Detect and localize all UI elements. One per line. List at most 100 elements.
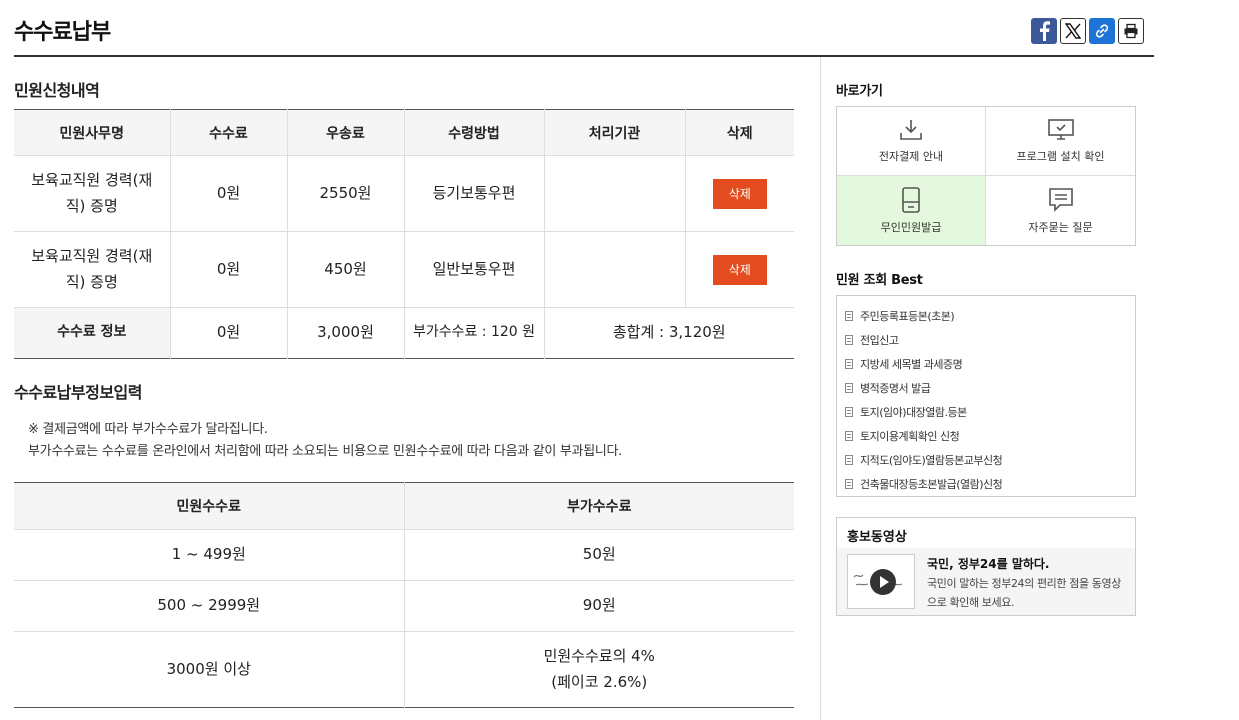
extra-fee: 90원: [404, 580, 794, 632]
agency-cell: [544, 231, 686, 308]
kiosk-icon: [902, 186, 920, 213]
extra-fee: 민원수수료의 4% (페이코 2.6%): [404, 632, 794, 708]
quick-link-faq[interactable]: 자주묻는 질문: [986, 176, 1135, 245]
list-item[interactable]: 지방세 세목별 과세증명: [845, 352, 1127, 376]
quick-link-program-check[interactable]: 프로그램 설치 확인: [986, 107, 1135, 176]
notice-line: ※ 결제금액에 따라 부가수수료가 달라집니다.: [28, 422, 268, 437]
list-item-label: 토지(임야)대장열람.등본: [860, 406, 967, 419]
summary-label: 수수료 정보: [14, 307, 171, 359]
list-item-label: 병적증명서 발급: [860, 382, 931, 395]
monitor-icon: [1047, 119, 1074, 140]
agency-cell: [544, 155, 686, 232]
list-item-label: 토지이용계획확인 신청: [860, 430, 960, 443]
list-item-label: 건축물대장등초본발급(열람)신청: [860, 478, 1003, 491]
apply-section-title: 민원신청내역: [14, 81, 100, 100]
extra-fee-table: 민원수수료 부가수수료 1 ~ 499원 50원 500 ~ 2999원 90원…: [14, 482, 794, 708]
service-name: 보육교직원 경력(재직) 증명: [14, 155, 171, 232]
print-icon[interactable]: [1118, 18, 1144, 44]
chat-icon: [1048, 187, 1073, 212]
list-item[interactable]: 병적증명서 발급: [845, 376, 1127, 400]
promo-video: 홍보동영상 국민, 정부24를 말하다. 국민이 말하는 정부24의 편리한 점…: [836, 517, 1136, 616]
summary-row: 수수료 정보 0원 3,000원 부가수수료 : 120 원 총합계 : 3,1…: [14, 307, 794, 359]
video-card[interactable]: 국민, 정부24를 말하다. 국민이 말하는 정부24의 편리한 점을 동영상으…: [837, 548, 1135, 615]
method-cell: 일반보통우편: [404, 231, 545, 308]
delete-button[interactable]: 삭제: [712, 254, 767, 285]
page-title: 수수료납부: [14, 20, 111, 45]
postage-cell: 2550원: [287, 155, 405, 232]
extra-fee-line: 민원수수료의 4%: [543, 647, 655, 665]
list-item[interactable]: 주민등록표등본(초본): [845, 304, 1127, 328]
table-row: 500 ~ 2999원 90원: [14, 580, 794, 632]
quick-links-title: 바로가기: [836, 84, 883, 99]
fee-table-header: 민원수수료 부가수수료: [14, 482, 794, 530]
summary-extra-fee: 부가수수료 : 120 원: [404, 307, 545, 359]
quick-link-label: 자주묻는 질문: [1028, 220, 1093, 234]
facebook-icon[interactable]: [1031, 18, 1057, 44]
document-icon: [845, 311, 853, 321]
video-headline: 국민, 정부24를 말하다.: [927, 557, 1050, 571]
page-header: 수수료납부: [14, 0, 1154, 57]
document-icon: [845, 359, 853, 369]
apply-table-header: 민원사무명 수수료 우송료 수령방법 처리기관 삭제: [14, 109, 794, 156]
list-item-label: 지방세 세목별 과세증명: [860, 358, 963, 371]
col-header-method: 수령방법: [404, 109, 545, 156]
col-header-civil-fee: 민원수수료: [14, 482, 405, 530]
col-header-fee: 수수료: [170, 109, 288, 156]
table-row: 보육교직원 경력(재직) 증명 0원 450원 일반보통우편 삭제: [14, 231, 794, 308]
col-header-agency: 처리기관: [544, 109, 686, 156]
method-cell: 등기보통우편: [404, 155, 545, 232]
summary-postage: 3,000원: [287, 307, 405, 359]
quick-link-epayment[interactable]: 전자결제 안내: [837, 107, 986, 176]
col-header-extra-fee: 부가수수료: [404, 482, 794, 530]
share-toolbar: [1031, 18, 1144, 44]
list-item[interactable]: 전입신고: [845, 328, 1127, 352]
fee-range: 500 ~ 2999원: [14, 580, 405, 632]
quick-link-label: 전자결제 안내: [878, 150, 944, 163]
col-header-delete: 삭제: [685, 109, 794, 156]
table-row: 3000원 이상 민원수수료의 4% (페이코 2.6%): [14, 631, 794, 708]
summary-total: 총합계 : 3,120원: [612, 323, 726, 342]
delete-cell: 삭제: [685, 155, 794, 232]
fee-range: 3000원 이상: [14, 631, 405, 708]
col-header-postage: 우송료: [287, 109, 405, 156]
document-icon: [845, 455, 853, 465]
best-list: 주민등록표등본(초본) 전입신고 지방세 세목별 과세증명 병적증명서 발급 토…: [836, 295, 1136, 497]
fee-notice: ※ 결제금액에 따라 부가수수료가 달라집니다. 부가수수료는 수수료를 온라인…: [28, 419, 622, 463]
sidebar-divider: [820, 57, 821, 720]
list-item[interactable]: 지적도(임야도)열람등본교부신청: [845, 448, 1127, 472]
extra-fee-line: (페이코 2.6%): [551, 672, 648, 691]
document-icon: [845, 335, 853, 345]
video-description: 국민이 말하는 정부24의 편리한 점을 동영상으로 확인해 보세요.: [927, 577, 1121, 609]
delete-cell: 삭제: [685, 231, 794, 308]
best-title: 민원 조회 Best: [836, 273, 923, 288]
delete-button[interactable]: 삭제: [712, 178, 767, 209]
fee-range: 1 ~ 499원: [14, 529, 405, 581]
col-header-name: 민원사무명: [14, 109, 171, 156]
x-icon[interactable]: [1060, 18, 1086, 44]
fee-cell: 0원: [170, 155, 288, 232]
link-icon[interactable]: [1089, 18, 1115, 44]
quick-link-kiosk[interactable]: 무인민원발급: [837, 176, 986, 245]
apply-table: 민원사무명 수수료 우송료 수령방법 처리기관 삭제 보육교직원 경력(재직) …: [14, 109, 794, 359]
list-item[interactable]: 건축물대장등초본발급(열람)신청: [845, 472, 1127, 496]
play-icon[interactable]: [870, 569, 896, 595]
list-item-label: 지적도(임야도)열람등본교부신청: [860, 454, 1003, 467]
service-name: 보육교직원 경력(재직) 증명: [14, 231, 171, 308]
postage-cell: 450원: [287, 231, 405, 308]
list-item-label: 전입신고: [860, 334, 899, 347]
table-row: 보육교직원 경력(재직) 증명 0원 2550원 등기보통우편 삭제: [14, 155, 794, 232]
table-row: 1 ~ 499원 50원: [14, 529, 794, 581]
list-item[interactable]: 토지(임야)대장열람.등본: [845, 400, 1127, 424]
download-icon: [900, 120, 922, 140]
list-item-label: 주민등록표등본(초본): [860, 310, 955, 323]
document-icon: [845, 407, 853, 417]
video-thumbnail[interactable]: [847, 554, 915, 609]
fee-cell: 0원: [170, 231, 288, 308]
list-item[interactable]: 토지이용계획확인 신청: [845, 424, 1127, 448]
notice-line: 부가수수료는 수수료를 온라인에서 처리함에 따라 소요되는 비용으로 민원수수…: [28, 444, 623, 459]
extra-fee: 50원: [404, 529, 794, 581]
document-icon: [845, 479, 853, 489]
quick-links: 전자결제 안내 프로그램 설치 확인 무인민원발급 자주묻는 질문: [836, 106, 1136, 246]
video-section-title: 홍보동영상: [847, 530, 907, 545]
quick-link-label: 프로그램 설치 확인: [1016, 150, 1105, 163]
